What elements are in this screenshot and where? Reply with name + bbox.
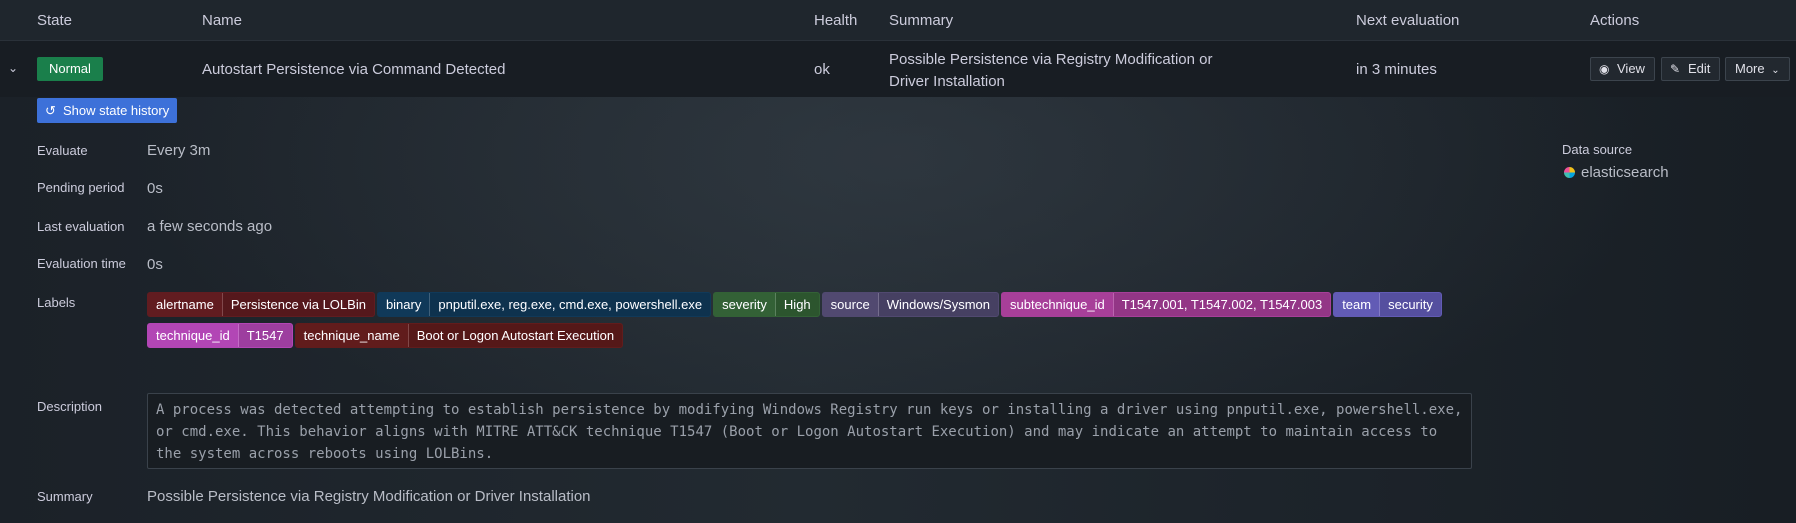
eye-icon: ◉: [1599, 62, 1610, 76]
summary-label: Summary: [37, 489, 93, 504]
pending-period-label: Pending period: [37, 180, 125, 195]
label-value: Windows/Sysmon: [878, 293, 999, 316]
rule-next-evaluation: in 3 minutes: [1356, 61, 1437, 78]
table-header: State Name Health Summary Next evaluatio…: [0, 0, 1796, 41]
pencil-icon: ✎: [1670, 62, 1681, 76]
label-pill[interactable]: technique_id T1547: [147, 323, 293, 348]
column-state[interactable]: State: [37, 12, 72, 29]
chevron-down-icon[interactable]: ⌄: [8, 61, 18, 75]
more-button-label: More: [1735, 61, 1765, 76]
label-key: subtechnique_id: [1002, 293, 1114, 316]
label-pill[interactable]: source Windows/Sysmon: [821, 292, 1000, 317]
view-button-label: View: [1617, 61, 1645, 76]
edit-button-label: Edit: [1688, 61, 1711, 76]
column-actions: Actions: [1590, 12, 1640, 29]
labels-label: Labels: [37, 295, 76, 310]
description-text: A process was detected attempting to est…: [147, 393, 1472, 469]
label-key: alertname: [148, 293, 223, 316]
more-button[interactable]: More ⌄: [1725, 57, 1790, 81]
last-evaluation-label: Last evaluation: [37, 219, 125, 234]
show-state-history-label: Show state history: [63, 103, 170, 118]
rule-name: Autostart Persistence via Command Detect…: [202, 61, 506, 78]
column-next-evaluation[interactable]: Next evaluation: [1356, 12, 1459, 29]
evaluate-value: Every 3m: [147, 142, 211, 159]
elasticsearch-icon: [1564, 167, 1575, 178]
label-key: source: [823, 293, 879, 316]
label-pill[interactable]: alertname Persistence via LOLBin: [147, 292, 375, 317]
label-value: security: [1380, 293, 1441, 316]
label-pill[interactable]: technique_name Boot or Logon Autostart Ex…: [294, 323, 624, 348]
evaluation-time-label: Evaluation time: [37, 256, 126, 271]
last-evaluation-value: a few seconds ago: [147, 218, 273, 235]
pending-period-value: 0s: [147, 180, 163, 197]
description-label: Description: [37, 399, 103, 414]
label-value: T1547: [238, 324, 292, 347]
label-key: technique_name: [296, 324, 409, 347]
label-value: pnputil.exe, reg.exe, cmd.exe, powershel…: [430, 293, 711, 316]
label-key: team: [1334, 293, 1381, 316]
label-pill[interactable]: subtechnique_id T1547.001, T1547.002, T15…: [1001, 292, 1332, 317]
evaluate-label: Evaluate: [37, 143, 88, 158]
show-state-history-button[interactable]: ↺ Show state history: [37, 98, 178, 123]
edit-button[interactable]: ✎ Edit: [1661, 57, 1721, 81]
label-key: severity: [714, 293, 776, 316]
column-health[interactable]: Health: [814, 12, 857, 29]
data-source-value: elasticsearch: [1564, 164, 1669, 181]
label-key: technique_id: [148, 324, 239, 347]
label-value: High: [775, 293, 819, 316]
view-button[interactable]: ◉ View: [1590, 57, 1655, 81]
label-key: binary: [378, 293, 431, 316]
history-icon: ↺: [45, 103, 56, 118]
label-pill[interactable]: severity High: [713, 292, 820, 317]
label-pill[interactable]: binary pnputil.exe, reg.exe, cmd.exe, pow…: [376, 292, 712, 317]
column-summary[interactable]: Summary: [889, 12, 953, 29]
rule-health: ok: [814, 61, 830, 78]
label-value: T1547.001, T1547.002, T1547.003: [1113, 293, 1331, 316]
label-value: Persistence via LOLBin: [222, 293, 374, 316]
table-row[interactable]: ⌄ Normal Autostart Persistence via Comma…: [0, 41, 1796, 97]
chevron-down-icon: ⌄: [1771, 65, 1780, 76]
rule-summary: Possible Persistence via Registry Modifi…: [889, 51, 1213, 90]
state-badge: Normal: [37, 57, 103, 81]
label-value: Boot or Logon Autostart Execution: [408, 324, 623, 347]
column-name[interactable]: Name: [202, 12, 242, 29]
labels-list: alertname Persistence via LOLBin binary pnp…: [147, 292, 1447, 354]
evaluation-time-value: 0s: [147, 256, 163, 273]
label-pill[interactable]: team security: [1333, 292, 1442, 317]
data-source-name: elasticsearch: [1581, 164, 1669, 181]
summary-value: Possible Persistence via Registry Modifi…: [147, 488, 591, 505]
data-source-label: Data source: [1562, 142, 1633, 157]
